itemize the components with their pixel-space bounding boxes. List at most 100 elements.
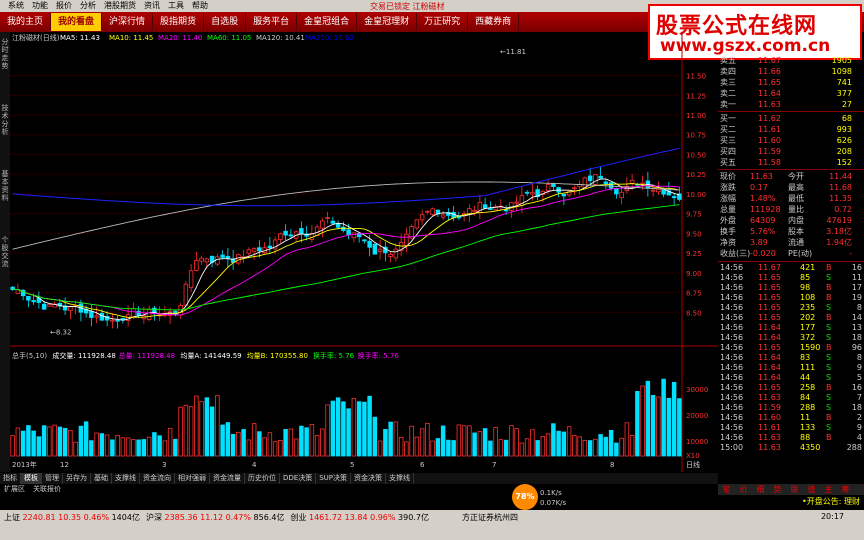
- speed-badge[interactable]: 78%: [512, 484, 538, 510]
- detail-tab-6[interactable]: 主: [820, 484, 837, 495]
- volume-bar: [120, 437, 126, 457]
- nav-item-2[interactable]: 沪深行情: [102, 13, 154, 31]
- nav-item-9[interactable]: 西藏券商: [468, 13, 520, 31]
- volume-bar: [587, 440, 593, 457]
- indicator-tabs: 指标 模板 管理 另存为 基础 支撑线 资金流向 相对强弱 资金流量 历史价位 DDE决策 SUP决策…: [0, 473, 718, 484]
- ma-line: [12, 204, 680, 311]
- menu-6[interactable]: 工具: [168, 0, 184, 12]
- detail-tabs: 笔价细势联值主筹: [718, 484, 864, 495]
- index-0[interactable]: 上证 2240.81 10.35 0.46% 1404亿: [4, 513, 140, 522]
- indicator-tab-2[interactable]: 管理: [42, 473, 63, 484]
- volume-bar: [188, 406, 194, 457]
- indicator-tab-11[interactable]: SUP决策: [316, 473, 351, 484]
- volume-label: 成交量: 111928.48: [52, 351, 115, 360]
- tick-time: 14:56: [720, 273, 744, 282]
- order-price: 11.61: [758, 125, 781, 134]
- stat-key: 换手: [720, 227, 736, 236]
- side-tab-2[interactable]: 基本资料: [0, 170, 10, 230]
- menu-0[interactable]: 系统: [8, 0, 24, 12]
- menu-5[interactable]: 资讯: [144, 0, 160, 12]
- tick-time: 14:56: [720, 373, 744, 382]
- detail-tab-2[interactable]: 细: [752, 484, 769, 495]
- index-value: 2240.81: [22, 513, 59, 522]
- index-1[interactable]: 沪深 2385.36 11.12 0.47% 856.4亿: [146, 513, 285, 522]
- index-2[interactable]: 创业 1461.72 13.84 0.96% 390.7亿: [290, 513, 429, 522]
- menu-7[interactable]: 帮助: [192, 0, 208, 12]
- menu-1[interactable]: 功能: [32, 0, 48, 12]
- nav-item-0[interactable]: 我的主页: [0, 13, 52, 31]
- nav-item-3[interactable]: 股指期货: [153, 13, 205, 31]
- tick-side: B: [826, 263, 832, 272]
- menu-4[interactable]: 港股期货: [104, 0, 136, 12]
- ma-label: MA250: 10.62: [305, 34, 354, 42]
- detail-tab-5[interactable]: 值: [803, 484, 820, 495]
- tick-time: 14:56: [720, 293, 744, 302]
- side-tab-1[interactable]: 技术分析: [0, 104, 10, 164]
- volume-bar: [272, 441, 278, 457]
- indicator-tab-6[interactable]: 资金流向: [140, 473, 175, 484]
- indicator-tab-13[interactable]: 支撑线: [386, 473, 414, 484]
- tick-price: 11.64: [758, 373, 781, 382]
- volume-label: 换手率: 5.76: [313, 351, 355, 360]
- detail-tab-3[interactable]: 势: [769, 484, 786, 495]
- tick-row: 14:56 11.64 177 S 13: [718, 323, 864, 333]
- indicator-tab-12[interactable]: 资金决策: [351, 473, 386, 484]
- kline-chart[interactable]: 11.50 11.25 11.00 10.75 10.50 10.25 10.00 9.75 9…: [10, 32, 718, 472]
- x-tick: 8: [610, 461, 614, 469]
- candle-body: [404, 233, 409, 246]
- nav-item-4[interactable]: 自选股: [204, 13, 247, 31]
- stat-key: 内盘: [788, 216, 804, 225]
- indicator-tab-9[interactable]: 历史价位: [245, 473, 280, 484]
- tick-count: 5: [856, 373, 862, 382]
- volume-bar: [498, 439, 504, 457]
- side-tab-3[interactable]: 个股交流: [0, 236, 10, 296]
- indicator-tab-8[interactable]: 资金流量: [210, 473, 245, 484]
- indicator-tab-0[interactable]: 指标: [0, 473, 21, 484]
- indicator-tab-3[interactable]: 另存为: [63, 473, 91, 484]
- tick-price: 11.63: [758, 443, 781, 452]
- candle-body: [346, 229, 351, 235]
- candle-body: [377, 248, 383, 252]
- detail-tab-0[interactable]: 笔: [718, 484, 735, 495]
- nav-item-5[interactable]: 服务平台: [246, 13, 298, 31]
- nav-item-1[interactable]: 我的看盘: [51, 13, 103, 31]
- indicator-tab-4[interactable]: 基础: [91, 473, 112, 484]
- detail-tab-1[interactable]: 价: [735, 484, 752, 495]
- stat-value: 11.44: [829, 172, 852, 181]
- indicator-tab-10[interactable]: DDE决策: [280, 473, 317, 484]
- ma-label: MA120: 10.41: [256, 34, 305, 42]
- nav-item-6[interactable]: 金皇冠组合: [297, 13, 358, 31]
- tick-volume: 108: [800, 293, 816, 302]
- candle-body: [603, 181, 609, 184]
- volume-bar: [561, 431, 567, 457]
- stat-value: 47619: [826, 216, 852, 225]
- indicator-tab-7[interactable]: 相对强弱: [175, 473, 210, 484]
- indicator-tab-1[interactable]: 模板: [21, 473, 42, 484]
- side-tab-0[interactable]: 分时走势: [0, 38, 10, 98]
- tick-row: 14:56 11.65 258 B 16: [718, 383, 864, 393]
- tick-count: 18: [851, 333, 862, 342]
- volume-label: 总量: 111928.48: [119, 351, 175, 360]
- volume-bar: [246, 439, 252, 457]
- nav-item-8[interactable]: 万正研究: [417, 13, 469, 31]
- order-label: 卖二: [720, 89, 736, 98]
- detail-tab-4[interactable]: 联: [786, 484, 803, 495]
- detail-tab-7[interactable]: 筹: [837, 484, 854, 495]
- order-price: 11.66: [758, 67, 781, 76]
- stat-row: 涨跌 0.17 最高 11.68: [718, 182, 864, 193]
- candle-body: [236, 254, 241, 264]
- candle-body: [640, 182, 645, 185]
- menu-3[interactable]: 分析: [80, 0, 96, 12]
- nav-item-7[interactable]: 金皇冠理财: [357, 13, 418, 31]
- tick-row: 15:00 11.63 4350 288: [718, 443, 864, 453]
- volume-bar: [136, 439, 141, 457]
- ext-tab-1[interactable]: 关联报价: [29, 484, 65, 495]
- tick-time: 14:56: [720, 343, 744, 352]
- volume-bar: [356, 401, 362, 457]
- indicator-tab-5[interactable]: 支撑线: [112, 473, 140, 484]
- volume-tick: 30000: [686, 386, 708, 394]
- menu-2[interactable]: 报价: [56, 0, 72, 12]
- tick-time: 14:56: [720, 433, 744, 442]
- ext-tab-0[interactable]: 扩展区: [0, 484, 29, 495]
- tick-volume: 133: [800, 423, 816, 432]
